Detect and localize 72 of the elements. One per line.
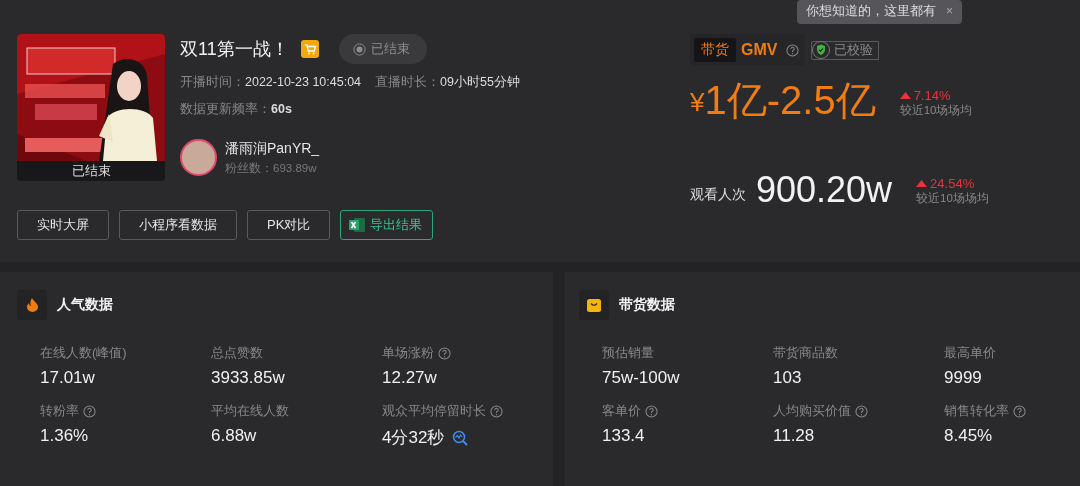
help-icon[interactable]: [490, 404, 503, 418]
refresh-label: 数据更新频率：: [180, 102, 271, 116]
metric-label: 最高单价: [944, 344, 996, 362]
change-note: 较近10场场均: [916, 191, 989, 206]
metric-value: 3933.85w: [211, 368, 285, 388]
views-value: 900.20w: [756, 170, 893, 210]
metric-label: 单场涨粉: [382, 344, 434, 362]
verified-text: 已校验: [834, 41, 874, 59]
tooltip-text: 你想知道的，这里都有: [806, 2, 936, 20]
metric-value: 103: [773, 368, 802, 388]
fans-label: 粉丝数：: [225, 161, 273, 174]
gmv-change: 7.14%: [913, 88, 951, 103]
fans-count: 693.89w: [273, 161, 317, 174]
metric-label: 平均在线人数: [211, 402, 289, 420]
shield-check-icon: [812, 41, 831, 59]
help-icon[interactable]: [786, 43, 800, 57]
metric-label: 在线人数(峰值): [40, 344, 127, 362]
metric-label: 预估销量: [602, 344, 654, 362]
stop-icon: [352, 42, 366, 56]
cover-status: 已结束: [70, 162, 112, 180]
metric-label: 观众平均停留时长: [382, 402, 486, 420]
action-button[interactable]: 导出结果: [340, 210, 434, 240]
currency-symbol: ¥: [690, 87, 705, 118]
metric-value: 8.45%: [944, 426, 993, 446]
metric-value: 4分32秒: [382, 427, 445, 449]
flame-icon: [26, 298, 38, 312]
metric-value: 75w-100w: [602, 368, 680, 388]
help-icon[interactable]: [645, 404, 658, 418]
metric-value: 9999: [944, 368, 982, 388]
live-title: 双11第一战！: [180, 38, 289, 61]
metric-value: 133.4: [602, 426, 645, 446]
metric-value: 11.28: [773, 426, 815, 446]
metric-value: 1.36%: [40, 426, 89, 446]
metric-label: 人均购买价值: [773, 402, 851, 420]
gmv-label: GMV: [741, 41, 778, 59]
sales-tag: 带货: [694, 38, 736, 62]
up-triangle-icon: [916, 180, 928, 187]
metric-label: 客单价: [602, 402, 641, 420]
metric-label: 销售转化率: [944, 402, 1009, 420]
help-icon[interactable]: [438, 346, 451, 360]
refresh-rate: 60s: [271, 102, 292, 116]
metric-value: 17.01w: [40, 368, 95, 388]
metric-value: 12.27w: [382, 368, 437, 388]
help-icon[interactable]: [855, 404, 868, 418]
duration-label: 直播时长：: [375, 75, 441, 89]
shopping-bag-icon: [587, 298, 601, 312]
host-name[interactable]: 潘雨润PanYR_: [225, 139, 320, 158]
gmv-value: 1亿-2.5亿: [704, 78, 876, 122]
duration: 09小时55分钟: [440, 75, 520, 89]
views-label: 观看人次: [690, 186, 746, 204]
action-button[interactable]: 小程序看数据: [119, 210, 237, 240]
metric-label: 带货商品数: [773, 344, 838, 362]
cart-icon: [300, 40, 319, 58]
chart-search-icon[interactable]: [452, 429, 469, 446]
up-triangle-icon: [899, 92, 911, 99]
spreadsheet-icon: [348, 217, 367, 233]
metric-value: 6.88w: [211, 426, 257, 446]
start-time-label: 开播时间：: [180, 75, 245, 89]
help-icon[interactable]: [1013, 404, 1026, 418]
panel-title: 带货数据: [619, 296, 675, 314]
start-time: 2022-10-23 10:45:04: [245, 75, 362, 89]
avatar[interactable]: [180, 139, 217, 176]
cover-card[interactable]: 已结束: [17, 34, 165, 181]
action-button[interactable]: PK对比: [247, 210, 331, 240]
help-icon[interactable]: [83, 404, 96, 418]
change-note: 较近10场场均: [899, 103, 973, 118]
action-button[interactable]: 实时大屏: [17, 210, 109, 240]
metric-label: 总点赞数: [211, 344, 263, 362]
panel-title: 人气数据: [57, 296, 113, 314]
metric-label: 转粉率: [40, 402, 79, 420]
views-change: 24.54%: [930, 176, 975, 191]
status-text: 已结束: [370, 40, 410, 58]
